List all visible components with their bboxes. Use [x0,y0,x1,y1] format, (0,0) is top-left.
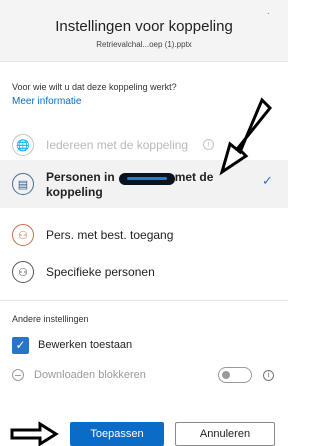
annotation-arrows [10,97,273,446]
annotation-arrow-down-left-icon [219,97,273,176]
annotation-arrow-right-icon [10,421,59,446]
